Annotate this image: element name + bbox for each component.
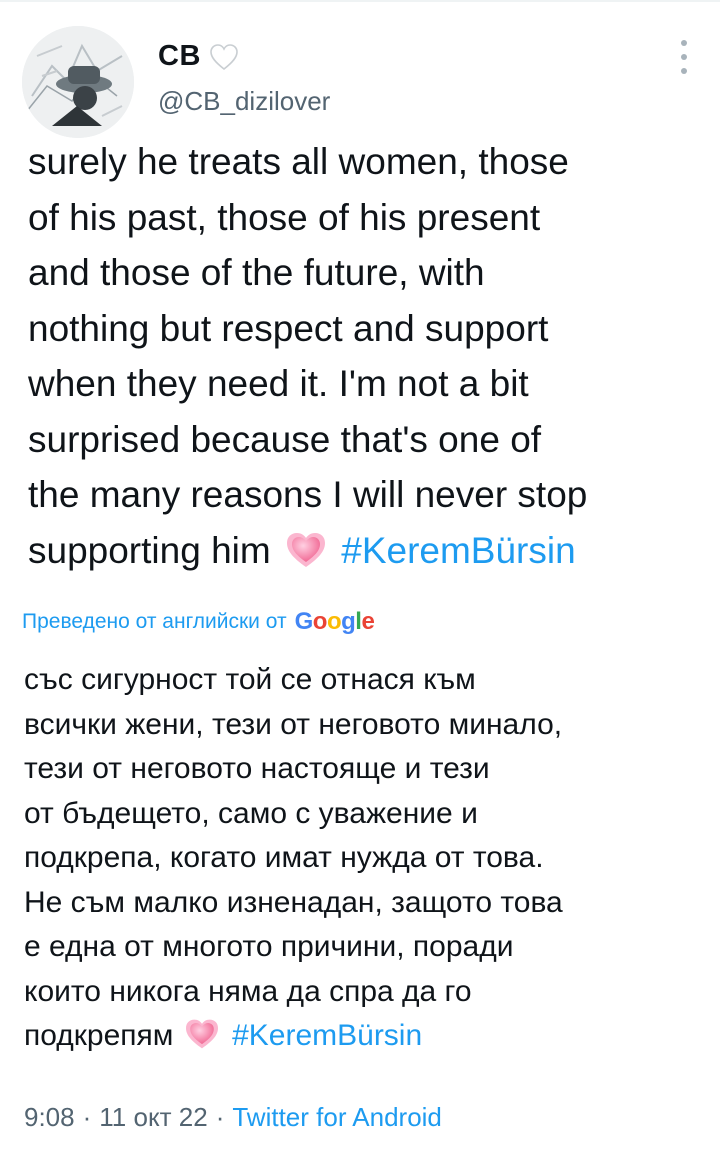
translated-by-label[interactable]: Преведено от английски от	[22, 610, 287, 634]
google-logo: Google	[294, 608, 375, 635]
author-handle[interactable]: @CB_dizilover	[158, 86, 330, 117]
more-dot	[681, 40, 687, 46]
tweet-time[interactable]: 9:08	[24, 1102, 75, 1133]
avatar[interactable]	[22, 26, 134, 138]
translated-text: със сигурност той се отнася към всички ж…	[24, 658, 714, 1059]
tweet-date[interactable]: 11 окт 22	[99, 1102, 207, 1133]
avatar-photo	[22, 26, 134, 138]
hashtag-link[interactable]: #KeremBürsin	[341, 530, 575, 571]
more-dot	[681, 54, 687, 60]
more-dot	[681, 68, 687, 74]
tweet-text: surely he treats all women, those of his…	[28, 134, 708, 578]
more-options-icon[interactable]	[672, 40, 696, 74]
hashtag-link[interactable]: #KeremBürsin	[232, 1019, 422, 1052]
tweet-meta: 9:08 · 11 окт 22 · Twitter for Android	[24, 1102, 442, 1133]
tweet-source[interactable]: Twitter for Android	[232, 1102, 442, 1133]
top-divider	[0, 0, 720, 2]
author-name-row[interactable]: CB	[158, 40, 239, 73]
meta-separator: ·	[82, 1102, 92, 1132]
meta-separator: ·	[215, 1102, 225, 1132]
display-name[interactable]: CB	[158, 40, 201, 73]
white-heart-icon	[209, 43, 239, 71]
tweet-body: surely he treats all women, those of his…	[28, 141, 588, 571]
growing-heart-icon	[285, 529, 327, 567]
growing-heart-icon	[184, 1018, 220, 1050]
translation-attribution: Преведено от английски от Google	[22, 608, 375, 636]
translated-body: със сигурност той се отнася към всички ж…	[24, 663, 563, 1052]
